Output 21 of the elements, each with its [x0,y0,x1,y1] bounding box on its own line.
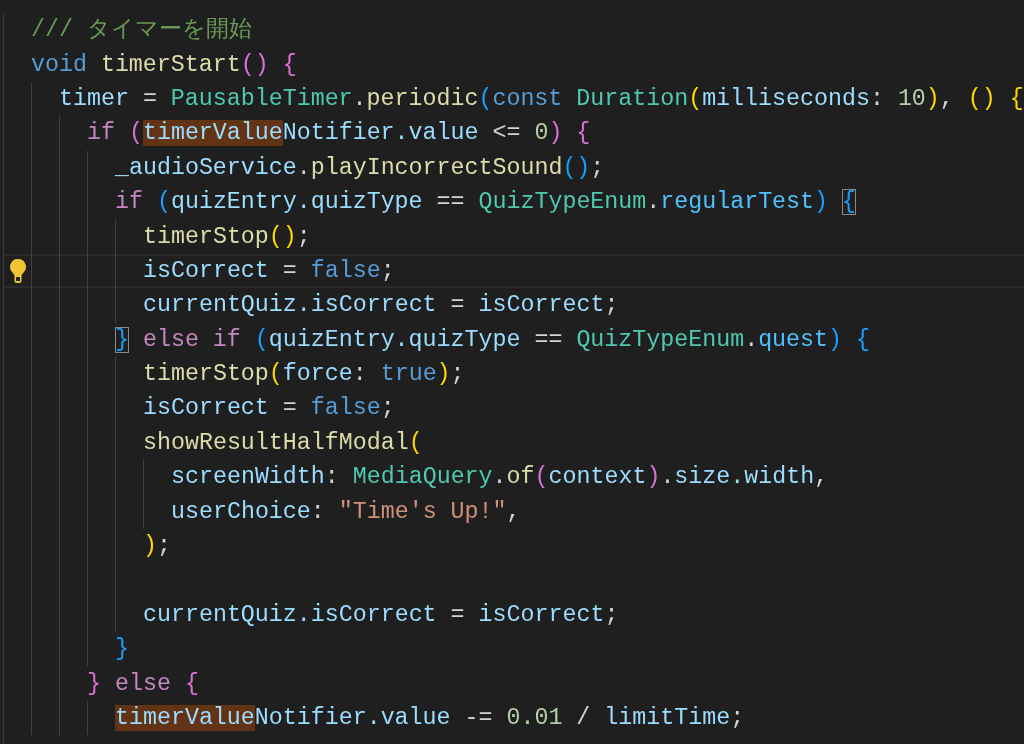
code-line: showResultHalfModal( [143,428,423,458]
code-line: } else if (quizEntry.quizType == QuizTypeEnum.quest) { [115,325,870,355]
code-line: ); [143,532,171,562]
code-line: void timerStart() { [31,50,297,80]
code-line: isCorrect = false; [143,394,395,424]
lightbulb-icon[interactable] [8,257,27,284]
code-line: timerValueNotifier.value -= 0.01 / limitTime; [115,704,745,733]
code-line: userChoice: "Time's Up!", [171,497,521,527]
code-line: } else { [87,669,199,699]
code-line: isCorrect = false; [143,256,395,286]
code-line: timerStop(force: true); [143,360,465,390]
code-line: timerStop(); [143,222,311,252]
code-line: if (timerValueNotifier.value <= 0) { [87,119,591,149]
code-line: /// タイマーを開始 [31,16,252,46]
code-line: if (quizEntry.quizType == QuizTypeEnum.regularTest) { [115,188,856,218]
code-line: currentQuiz.isCorrect = isCorrect; [143,600,619,630]
code-line: screenWidth: MediaQuery.of(context).size.width, [171,463,829,493]
code-line: timer = PausableTimer.periodic(const Duration(milliseconds: 10), () { [59,84,1024,114]
code-line: _audioService.playIncorrectSound(); [115,153,605,183]
code-line: } [115,635,129,665]
code-line: currentQuiz.isCorrect = isCorrect; [143,291,619,321]
